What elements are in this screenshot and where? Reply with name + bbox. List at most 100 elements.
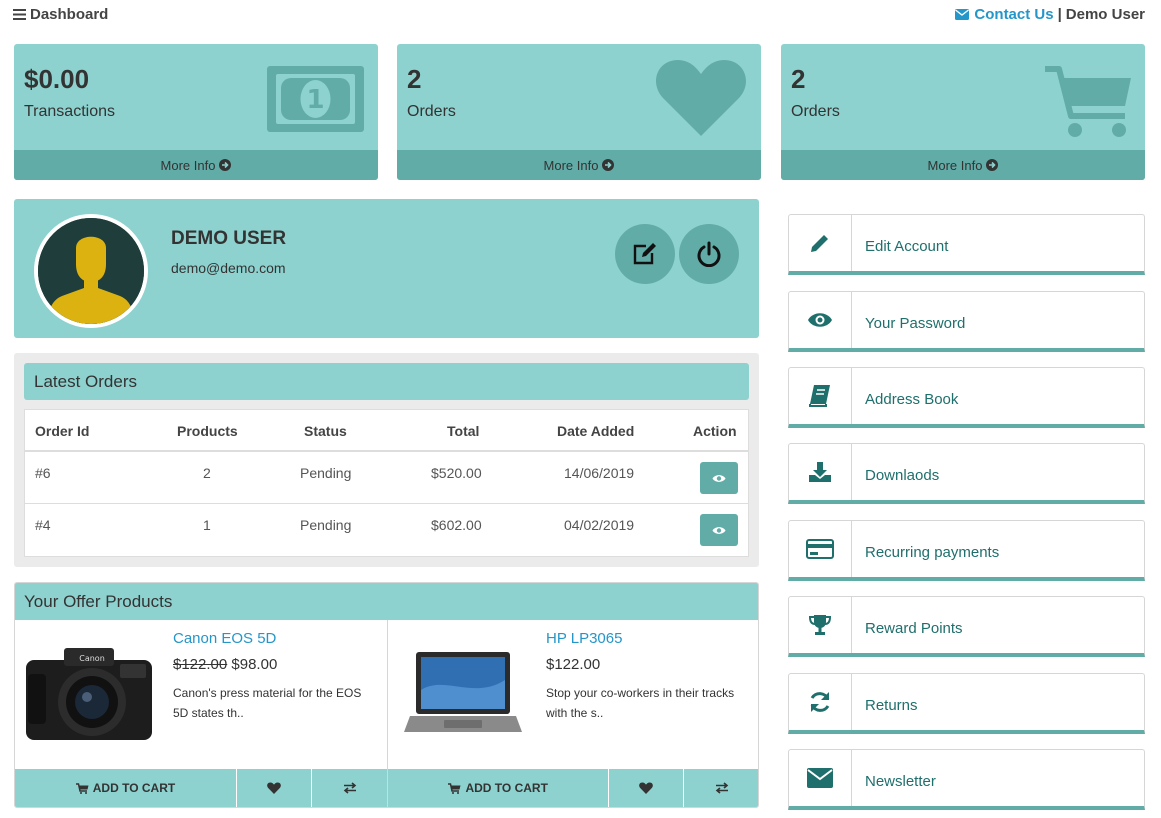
wishlist-button[interactable] bbox=[237, 769, 312, 807]
camera-image[interactable]: Canon bbox=[24, 644, 154, 742]
product-card: Canon Canon EOS 5D $122.00 $98.00 Canon'… bbox=[15, 620, 387, 807]
laptop-image[interactable] bbox=[404, 650, 522, 742]
heart-icon bbox=[639, 782, 654, 794]
table-row: #6 2 Pending $520.00 14/06/2019 bbox=[25, 452, 748, 504]
menu-label: Address Book bbox=[865, 391, 959, 408]
stat-value: $0.00 bbox=[24, 64, 90, 94]
table-header-row: Order Id Products Status Total Date Adde… bbox=[25, 410, 748, 452]
profile-card: DEMO USER demo@demo.com bbox=[14, 199, 759, 338]
product-title-link[interactable]: Canon EOS 5D bbox=[173, 630, 276, 647]
svg-text:Canon: Canon bbox=[79, 654, 105, 663]
dashboard-header[interactable]: Dashboard bbox=[13, 6, 108, 23]
view-order-button[interactable] bbox=[700, 514, 738, 546]
menu-icon-cell bbox=[789, 444, 852, 500]
menu-label: Your Password bbox=[865, 315, 966, 332]
arrow-circle-right-icon bbox=[986, 159, 999, 171]
profile-email: demo@demo.com bbox=[171, 260, 286, 276]
menu-icon-cell bbox=[789, 674, 852, 730]
more-info-link[interactable]: More Info bbox=[781, 150, 1145, 180]
edit-profile-button[interactable] bbox=[615, 224, 675, 284]
order-id: #4 bbox=[35, 517, 51, 533]
product-actions: ADD TO CART bbox=[388, 769, 758, 807]
column-header: Action bbox=[693, 423, 737, 439]
product-card: HP LP3065 $122.00 Stop your co-workers i… bbox=[387, 620, 758, 807]
menu-newsletter[interactable]: Newsletter bbox=[788, 749, 1145, 810]
column-header: Order Id bbox=[35, 423, 90, 439]
eye-icon bbox=[712, 526, 726, 534]
latest-orders-title: Latest Orders bbox=[24, 363, 749, 400]
product-title-link[interactable]: HP LP3065 bbox=[546, 630, 622, 647]
product-price: $122.00 bbox=[546, 656, 601, 673]
menu-label: Recurring payments bbox=[865, 544, 1000, 561]
menu-label: Downlaods bbox=[865, 467, 940, 484]
stat-cart-orders: 2 Orders More Info bbox=[781, 44, 1145, 180]
add-to-cart-button[interactable]: ADD TO CART bbox=[388, 769, 610, 807]
menu-downloads[interactable]: Downlaods bbox=[788, 443, 1145, 504]
arrow-circle-right-icon bbox=[602, 159, 615, 171]
compare-button[interactable] bbox=[684, 769, 758, 807]
menu-label: Returns bbox=[865, 697, 918, 714]
menu-recurring-payments[interactable]: Recurring payments bbox=[788, 520, 1145, 581]
column-header: Date Added bbox=[557, 423, 635, 439]
eye-icon bbox=[712, 474, 726, 482]
cart-icon bbox=[448, 782, 461, 794]
envelope-icon bbox=[807, 768, 833, 788]
book-icon bbox=[809, 385, 830, 407]
menu-icon-cell bbox=[789, 521, 852, 577]
user-silhouette-icon bbox=[38, 218, 144, 324]
heart-icon bbox=[267, 782, 281, 794]
table-row: #4 1 Pending $602.00 04/02/2019 bbox=[25, 504, 748, 556]
wishlist-button[interactable] bbox=[609, 769, 685, 807]
stat-label: Orders bbox=[791, 103, 840, 120]
column-header: Status bbox=[304, 423, 347, 439]
column-header: Total bbox=[447, 423, 480, 439]
credit-card-icon bbox=[806, 539, 834, 559]
more-info-link[interactable]: More Info bbox=[397, 150, 761, 180]
order-date: 14/06/2019 bbox=[564, 465, 635, 481]
page-title: Dashboard bbox=[30, 6, 109, 23]
view-order-button[interactable] bbox=[700, 462, 738, 494]
cart-icon bbox=[75, 782, 89, 794]
exchange-icon bbox=[715, 782, 728, 794]
compare-button[interactable] bbox=[312, 769, 387, 807]
menu-address-book[interactable]: Address Book bbox=[788, 367, 1145, 428]
topbar-links: Contact Us | Demo User bbox=[955, 6, 1145, 23]
old-price: $122.00 bbox=[173, 656, 228, 673]
menu-icon-cell bbox=[789, 597, 852, 653]
order-total: $520.00 bbox=[431, 465, 482, 481]
stat-orders: 2 Orders More Info bbox=[397, 44, 761, 180]
menu-label: Reward Points bbox=[865, 620, 963, 637]
menu-label: Edit Account bbox=[865, 238, 949, 255]
stat-label: Transactions bbox=[24, 103, 115, 120]
menu-your-password[interactable]: Your Password bbox=[788, 291, 1145, 352]
heart-icon bbox=[655, 60, 747, 136]
more-info-link[interactable]: More Info bbox=[14, 150, 378, 180]
offer-products-title: Your Offer Products bbox=[15, 583, 758, 620]
latest-orders-panel: Latest Orders Order Id Products Status T… bbox=[14, 353, 759, 567]
separator: | bbox=[1057, 6, 1062, 23]
product-description: Canon's press material for the EOS 5D st… bbox=[173, 686, 362, 720]
arrow-circle-right-icon bbox=[219, 159, 232, 171]
order-total: $602.00 bbox=[431, 517, 482, 533]
product-actions: ADD TO CART bbox=[15, 769, 387, 807]
user-link[interactable]: Demo User bbox=[1066, 6, 1145, 23]
menu-edit-account[interactable]: Edit Account bbox=[788, 214, 1145, 275]
logout-button[interactable] bbox=[679, 224, 739, 284]
menu-reward-points[interactable]: Reward Points bbox=[788, 596, 1145, 657]
add-to-cart-button[interactable]: ADD TO CART bbox=[15, 769, 237, 807]
money-bill-icon: 1 bbox=[267, 66, 364, 132]
stat-transactions: $0.00 Transactions 1 More Info bbox=[14, 44, 378, 180]
order-status: Pending bbox=[300, 465, 352, 481]
refresh-icon bbox=[810, 692, 830, 712]
menu-icon-cell bbox=[789, 215, 852, 271]
menu-returns[interactable]: Returns bbox=[788, 673, 1145, 734]
svg-text:1: 1 bbox=[306, 85, 324, 115]
product-description: Stop your co-workers in their tracks wit… bbox=[546, 686, 735, 720]
contact-us-link[interactable]: Contact Us bbox=[955, 6, 1054, 23]
offer-products-panel: Your Offer Products Canon Canon EOS 5D $… bbox=[14, 582, 759, 808]
trophy-icon bbox=[808, 615, 832, 635]
new-price: $98.00 bbox=[231, 656, 278, 673]
cart-icon bbox=[1045, 66, 1131, 137]
download-icon bbox=[809, 462, 831, 482]
menu-icon-cell bbox=[789, 292, 852, 348]
